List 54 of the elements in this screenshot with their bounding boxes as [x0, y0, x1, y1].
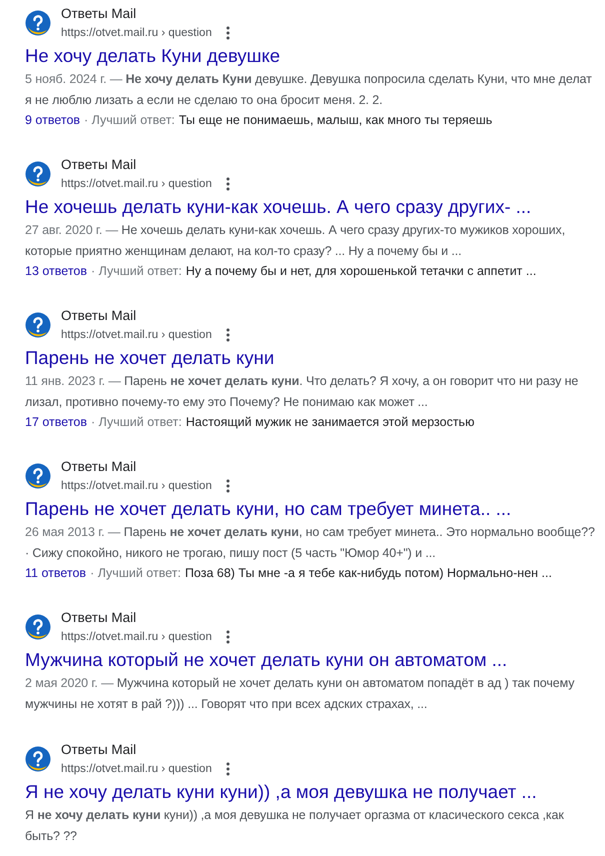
- snippet-text: быть? ??: [25, 828, 78, 845]
- snippet-text: я не люблю лизать а если не сделаю то она бросит меня. 2. 2.: [25, 92, 384, 109]
- snippet-text: · Сижу спокойно, никого не трогаю, пишу пост (5 часть "Юмор 40+") и ...: [25, 545, 436, 562]
- best-answer-text: Поза 68) Ты мне -а я тебе как-нибудь потом) Нормально-нен ...: [184, 565, 552, 582]
- question-mark-icon: [25, 10, 51, 36]
- question-mark-icon: [25, 746, 51, 772]
- answers-count-link[interactable]: 11 ответов: [25, 564, 86, 583]
- best-answer-text: Ты еще не понимаешь, малыш, как много ты теряешь: [178, 112, 492, 129]
- result-title-link[interactable]: Парень не хочет делать куни: [25, 345, 605, 371]
- result-url: https://otvet.mail.ru › question: [61, 328, 212, 343]
- best-answer-label: · Лучший ответ:: [91, 263, 182, 280]
- snippet-text: 26 мая 2013 г. — Парень не хочет делать куни, но сам требует минета.. Это нормально вообще??: [25, 524, 596, 541]
- result-url: https://otvet.mail.ru › question: [61, 177, 212, 192]
- result-url: https://otvet.mail.ru › question: [61, 479, 212, 494]
- question-mark-icon: [25, 161, 51, 187]
- question-mark-icon: [25, 614, 51, 640]
- snippet-text: которые приятно женщинам делают, на кол-то сразу? ... Ну а почему бы и ...: [25, 243, 462, 260]
- snippet-text: 2 мая 2020 г. — Мужчина который не хочет делать куни он автоматом попадёт в ад ) так почему: [25, 675, 576, 692]
- best-answer-label: · Лучший ответ:: [90, 565, 181, 582]
- snippet-text: 11 янв. 2023 г. — Парень не хочет делать куни. Что делать? Я хочу, а он говорит что ни разу не: [25, 373, 580, 390]
- question-mark-icon: [25, 463, 51, 489]
- more-options-icon[interactable]: [226, 630, 230, 644]
- snippet-text: мужчины не хотят в рай ?))) ... Говорят что при всех адских страхах, ...: [25, 696, 428, 713]
- site-name: Ответы Mail: [61, 741, 138, 759]
- snippet-text: 27 авг. 2020 г. — Не хочешь делать куни-как хочешь. А чего сразу других-то мужиков хороших,: [25, 222, 566, 239]
- best-answer-text: Ну а почему бы и нет, для хорошенькой тетачки с аппетит ...: [186, 263, 536, 280]
- result-url: https://otvet.mail.ru › question: [61, 630, 212, 645]
- site-name: Ответы Mail: [61, 307, 138, 325]
- site-name: Ответы Mail: [61, 609, 138, 627]
- result-title-link[interactable]: Не хочу делать Куни девушке: [25, 43, 605, 69]
- site-name: Ответы Mail: [61, 458, 138, 476]
- more-options-icon[interactable]: [226, 328, 230, 342]
- snippet-text: лизал, противно почему-то ему это Почему? Не понимаю как может ...: [25, 394, 429, 411]
- result-title-link[interactable]: Мужчина который не хочет делать куни он автоматом ...: [25, 647, 605, 673]
- site-name: Ответы Mail: [61, 156, 138, 174]
- question-mark-icon: [25, 312, 51, 338]
- more-options-icon[interactable]: [226, 479, 230, 493]
- result-title-link[interactable]: Парень не хочет делать куни, но сам требует минета.. ...: [25, 496, 605, 522]
- result-title-link[interactable]: Не хочешь делать куни-как хочешь. А чего сразу других- ...: [25, 194, 605, 220]
- snippet-text: 5 нояб. 2024 г. — Не хочу делать Куни девушке. Девушка попросила сделать Куни, что мне делат: [25, 71, 593, 88]
- site-name: Ответы Mail: [61, 5, 138, 23]
- more-options-icon[interactable]: [226, 26, 230, 40]
- more-options-icon[interactable]: [226, 177, 230, 191]
- best-answer-text: Настоящий мужик не занимается этой мерзостью: [186, 414, 474, 431]
- answers-count-link[interactable]: 17 ответов: [25, 413, 87, 432]
- answers-count-link[interactable]: 9 ответов: [25, 111, 80, 130]
- best-answer-label: · Лучший ответ:: [91, 414, 182, 431]
- result-url: https://otvet.mail.ru › question: [61, 762, 212, 777]
- snippet-text: Я не хочу делать куни куни)) ,а моя девушка не получает оргазма от класического секса ,как: [25, 807, 565, 824]
- more-options-icon[interactable]: [226, 762, 230, 776]
- result-title-link[interactable]: Я не хочу делать куни куни)) ,а моя девушка не получает ...: [25, 779, 605, 805]
- best-answer-label: · Лучший ответ:: [84, 112, 175, 129]
- result-url: https://otvet.mail.ru › question: [61, 26, 212, 41]
- answers-count-link[interactable]: 13 ответов: [25, 262, 87, 281]
